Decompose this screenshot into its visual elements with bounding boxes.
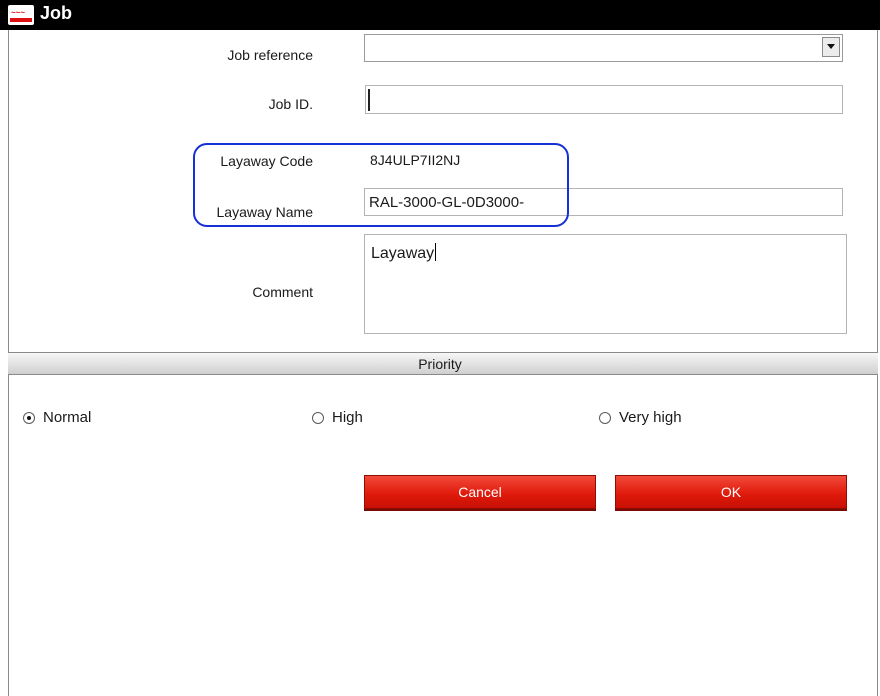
text-caret: [435, 243, 437, 261]
job-reference-label: Job reference: [227, 47, 313, 63]
comment-label: Comment: [252, 284, 313, 300]
priority-normal-label: Normal: [43, 409, 92, 426]
priority-very-high-label: Very high: [619, 409, 682, 426]
window-title: Job: [40, 3, 73, 23]
job-id-field[interactable]: [365, 85, 843, 114]
layaway-highlight-outline: [193, 143, 569, 227]
radio-unselected-icon: [599, 411, 611, 424]
comment-textarea[interactable]: Layaway: [364, 234, 847, 334]
comment-value: Layaway: [371, 243, 437, 262]
priority-title: Priority: [418, 356, 462, 372]
app-logo-icon: ~~~: [8, 5, 34, 25]
ok-button[interactable]: OK: [615, 475, 847, 509]
window-titlebar: [0, 0, 880, 30]
text-caret: [368, 89, 370, 111]
priority-very-high-radio[interactable]: Very high: [599, 409, 682, 426]
priority-high-label: High: [332, 409, 363, 426]
radio-selected-icon: [23, 411, 35, 424]
chevron-down-icon: [827, 44, 835, 49]
svg-text:~~~: ~~~: [11, 8, 25, 17]
job-reference-dropdown[interactable]: [364, 34, 843, 62]
priority-normal-radio[interactable]: Normal: [23, 409, 91, 426]
job-id-label: Job ID.: [268, 96, 313, 112]
cancel-button[interactable]: Cancel: [364, 475, 596, 509]
priority-high-radio[interactable]: High: [312, 409, 363, 426]
radio-unselected-icon: [312, 411, 324, 424]
dropdown-arrow-button[interactable]: [822, 37, 840, 57]
